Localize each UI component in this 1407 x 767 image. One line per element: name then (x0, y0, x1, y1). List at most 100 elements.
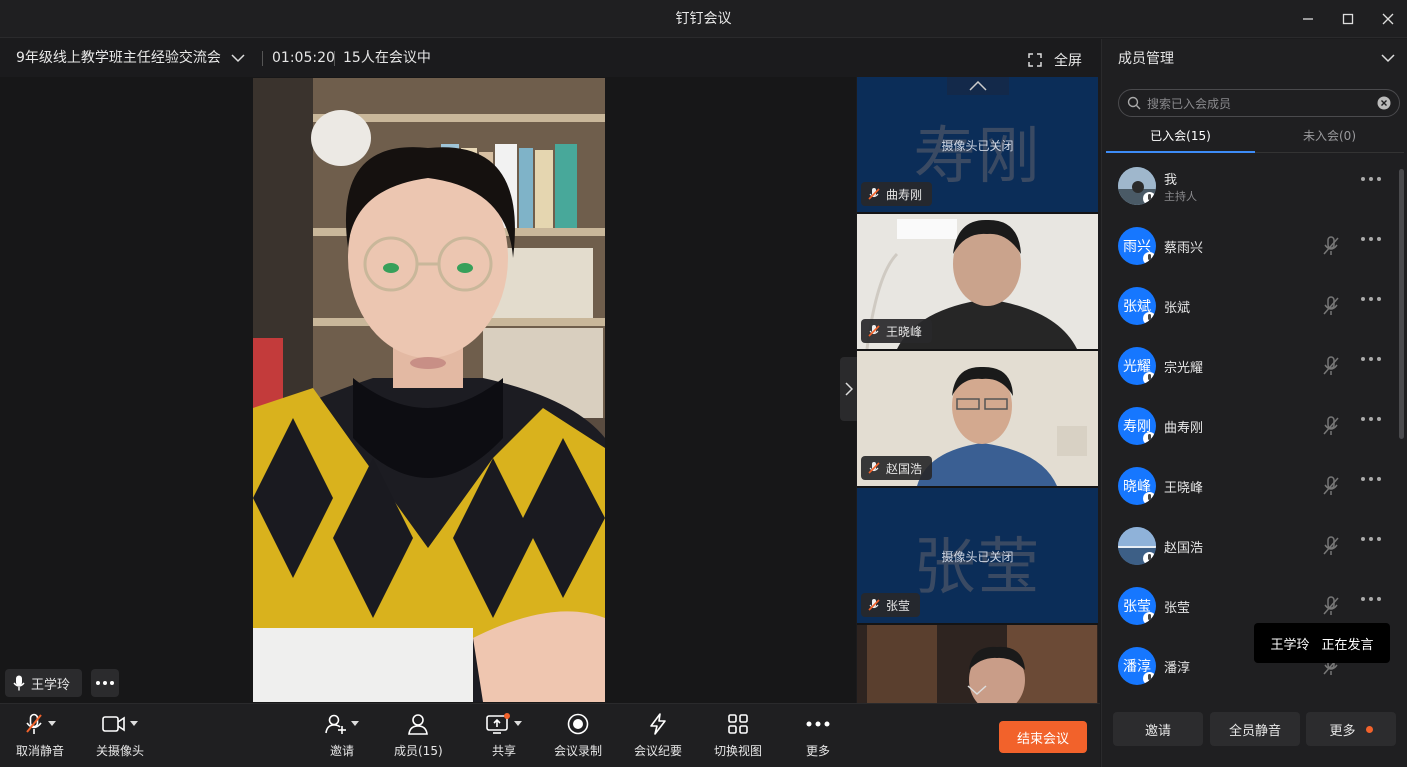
caret-down-icon[interactable] (351, 721, 359, 727)
more-horizontal-icon[interactable] (1360, 416, 1382, 422)
title-bar: 钉钉会议 (0, 0, 1407, 38)
members-button[interactable]: 成员(15) (394, 712, 443, 762)
invite-button[interactable]: 邀请 (325, 712, 359, 762)
thumbnail-name: 王晓峰 (886, 324, 923, 339)
record-button[interactable]: 会议录制 (554, 712, 602, 762)
member-tabs: 已入会(15) 未入会(0) (1106, 121, 1404, 153)
thumbnail-tile[interactable]: 王晓峰 (857, 214, 1098, 349)
camera-off-text: 摄像头已关闭 (941, 550, 1014, 564)
fullscreen-icon (1028, 53, 1042, 67)
member-name: 赵国浩 (1164, 541, 1204, 556)
more-label: 更多 (806, 744, 831, 758)
switch-view-button[interactable]: 切换视图 (714, 712, 762, 762)
muted-mic-icon[interactable] (1322, 356, 1340, 376)
share-screen-icon (486, 713, 510, 734)
unmute-button[interactable]: 取消静音 (16, 712, 64, 762)
more-button[interactable]: 更多 (806, 712, 830, 762)
unmute-label: 取消静音 (16, 744, 65, 758)
main-video[interactable] (253, 78, 605, 702)
member-name: 张莹 (1164, 601, 1191, 616)
maximize-button[interactable] (1337, 8, 1359, 30)
thumbnail-tile[interactable]: 赵国浩 (857, 351, 1098, 486)
mini-mic-icon (1143, 612, 1156, 625)
speaking-name: 王学玲 (1270, 637, 1310, 653)
more-horizontal-icon[interactable] (1360, 536, 1382, 542)
more-horizontal-icon[interactable] (1360, 476, 1382, 482)
minimize-button[interactable] (1297, 8, 1319, 30)
share-button[interactable]: 共享 (486, 712, 522, 762)
speaker-video-image (253, 78, 605, 702)
mini-mic-icon (1143, 192, 1156, 205)
more-horizontal-icon[interactable] (1360, 296, 1382, 302)
thumbnail-tile[interactable]: 张莹 摄像头已关闭 张莹 (857, 488, 1098, 623)
muted-mic-icon[interactable] (1322, 416, 1340, 436)
muted-mic-icon[interactable] (1322, 236, 1340, 256)
camera-icon (102, 716, 125, 732)
panel-invite-button[interactable]: 邀请 (1113, 712, 1203, 746)
member-name: 曲寿刚 (1164, 421, 1204, 436)
caret-down-icon[interactable] (514, 721, 522, 727)
scroll-up-button[interactable] (947, 77, 1009, 95)
fullscreen-button[interactable]: 全屏 (1028, 50, 1082, 70)
list-item[interactable]: 雨兴 蔡雨兴 (1106, 217, 1396, 277)
thumbnail-column: 寿刚 摄像头已关闭 曲寿刚 王晓峰 赵国浩 张莹 摄像头已关闭 张莹 (857, 77, 1098, 703)
members-label: 成员(15) (394, 744, 443, 758)
list-item[interactable]: 光耀 宗光耀 (1106, 337, 1396, 397)
more-horizontal-icon[interactable] (1360, 356, 1382, 362)
camera-toggle-button[interactable]: 关摄像头 (96, 712, 144, 762)
chevron-right-icon (844, 382, 853, 396)
tab-joined[interactable]: 已入会(15) (1106, 121, 1255, 153)
meeting-info-bar: 9年级线上教学班主任经验交流会 01:05:20 15人在会议中 全屏 (0, 39, 1100, 77)
thumbnail-tile[interactable]: 寿刚 摄像头已关闭 曲寿刚 (857, 77, 1098, 212)
thumbnail-tile[interactable] (857, 625, 1098, 703)
avatar (1118, 527, 1156, 565)
speaker-more-button[interactable] (91, 669, 119, 697)
thumbnail-name-tag: 王晓峰 (861, 319, 933, 343)
member-name: 王晓峰 (1164, 481, 1204, 496)
list-item[interactable]: 我 主持人 (1106, 157, 1396, 217)
thumbnail-name: 张莹 (886, 598, 911, 613)
active-speaker-name: 王学玲 (31, 677, 71, 693)
list-item[interactable]: 张斌 张斌 (1106, 277, 1396, 337)
record-icon (567, 713, 589, 735)
minutes-label: 会议纪要 (634, 744, 683, 758)
clear-icon[interactable] (1377, 96, 1391, 110)
list-item[interactable]: 晓峰 王晓峰 (1106, 457, 1396, 517)
muted-mic-icon[interactable] (1322, 536, 1340, 556)
muted-mic-icon (868, 462, 880, 474)
chevron-down-icon[interactable] (1381, 53, 1395, 63)
lightning-icon (650, 713, 666, 735)
thumbnail-name: 赵国浩 (886, 461, 923, 476)
more-horizontal-icon[interactable] (1360, 236, 1382, 242)
muted-mic-icon[interactable] (1322, 476, 1340, 496)
panel-more-label: 更多 (1329, 723, 1356, 739)
tab-not-joined[interactable]: 未入会(0) (1255, 121, 1404, 151)
member-list-scrollbar[interactable] (1399, 169, 1404, 439)
caret-down-icon[interactable] (130, 721, 138, 727)
list-item[interactable]: 赵国浩 (1106, 517, 1396, 577)
minutes-button[interactable]: 会议纪要 (634, 712, 682, 762)
list-item[interactable]: 寿刚 曲寿刚 (1106, 397, 1396, 457)
maximize-icon (1342, 13, 1354, 25)
more-horizontal-icon[interactable] (1360, 176, 1382, 182)
panel-more-button[interactable]: 更多 (1306, 712, 1396, 746)
window-title: 钉钉会议 (675, 11, 732, 27)
caret-down-icon[interactable] (48, 721, 56, 727)
end-meeting-button[interactable]: 结束会议 (999, 721, 1087, 753)
fullscreen-label: 全屏 (1054, 53, 1082, 69)
mute-all-button[interactable]: 全员静音 (1210, 712, 1300, 746)
minimize-icon (1303, 18, 1313, 20)
chevron-down-icon[interactable] (231, 52, 245, 64)
member-search-input[interactable]: 搜索已入会成员 (1118, 89, 1400, 117)
muted-mic-icon[interactable] (1322, 296, 1340, 316)
muted-mic-icon (868, 188, 880, 200)
meeting-name[interactable]: 9年级线上教学班主任经验交流会 (16, 39, 221, 77)
collapse-thumbnails-button[interactable] (840, 357, 857, 421)
muted-mic-icon (868, 599, 880, 611)
close-button[interactable] (1377, 8, 1399, 30)
chevron-down-icon[interactable] (967, 685, 987, 695)
more-horizontal-icon[interactable] (1360, 596, 1382, 602)
avatar: 张斌 (1118, 287, 1156, 325)
switch-view-label: 切换视图 (714, 744, 763, 758)
muted-mic-icon[interactable] (1322, 596, 1340, 616)
